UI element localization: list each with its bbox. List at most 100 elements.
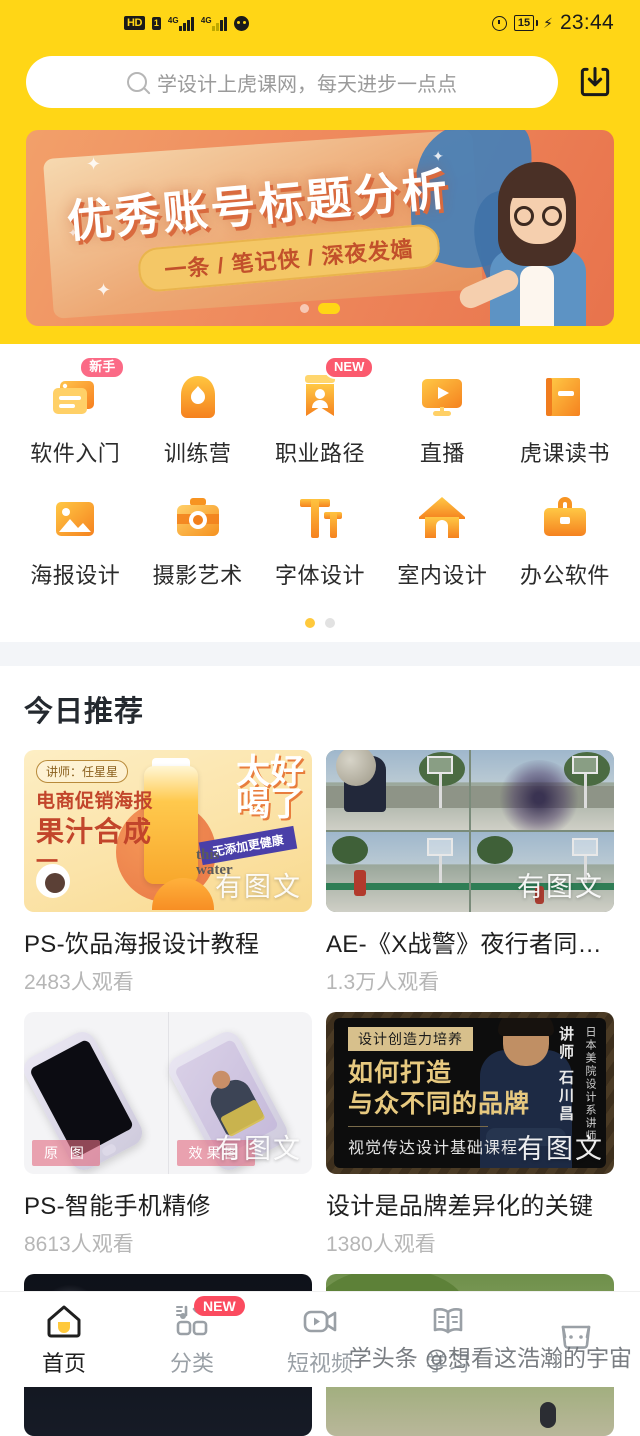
search-input[interactable]: 学设计上虎课网，每天进步一点点: [26, 56, 558, 108]
tab-home[interactable]: 首页: [0, 1302, 128, 1378]
category-label: 训练营: [164, 436, 232, 468]
battery-cap-icon: [536, 20, 538, 26]
tab-category[interactable]: NEW 分类: [128, 1302, 256, 1378]
course-views: 1380人观看: [326, 1228, 614, 1258]
category-item-photography[interactable]: 摄影艺术: [136, 482, 258, 604]
category-page-dot-1-active[interactable]: [305, 618, 315, 628]
tab-label: 短视频: [287, 1346, 353, 1378]
course-thumbnail[interactable]: 设计创造力培养 如何打造与众不同的品牌 视觉传达设计基础课程 讲师 石川昌 日本…: [326, 1012, 614, 1174]
category-label: 软件入门: [30, 436, 120, 468]
download-icon[interactable]: [576, 63, 614, 101]
category-item-career-path[interactable]: NEW 职业路径: [259, 360, 381, 482]
category-item-typography[interactable]: 字体设计: [259, 482, 381, 604]
status-clock: 23:44: [560, 11, 614, 35]
status-right-group: 15 ⚡ 23:44: [492, 11, 614, 35]
course-title: AE-《X战警》夜行者同款…: [326, 924, 614, 959]
tab-badge-new: NEW: [194, 1296, 245, 1316]
hd-icon: HD: [124, 16, 145, 30]
lightning-bolt-icon: ⚡: [543, 15, 553, 32]
course-thumbnail[interactable]: 原 图 效果图 有图文: [24, 1012, 312, 1174]
section-divider: [0, 642, 640, 666]
thumb-teacher-desc: 日本美院设计系讲师: [582, 1026, 596, 1143]
category-badge-beginner: 新手: [81, 358, 123, 377]
status-bar: HD 1 4G 4G 15 ⚡ 23:44: [0, 0, 640, 46]
category-page-dots: [0, 610, 640, 642]
thumb-badge: 有图文: [215, 1127, 302, 1166]
section-title: 今日推荐: [24, 688, 616, 730]
category-label: 室内设计: [397, 558, 487, 590]
thumb-teacher-title: 讲师 石川昌: [560, 1026, 576, 1123]
category-item-interior-design[interactable]: 室内设计: [381, 482, 503, 604]
category-item-software-intro[interactable]: 新手 软件入门: [14, 360, 136, 482]
search-icon: [127, 72, 147, 92]
thumb-headline: 太好喝了: [236, 756, 304, 821]
course-thumbnail[interactable]: 讲师：任星星 电商促销海报 果汁合成 一 太好喝了 无添加更健康 thiswat…: [24, 750, 312, 912]
thumb-line1: 电商促销海报: [36, 786, 153, 813]
category-label: 虎课读书: [520, 436, 610, 468]
banner-dot-2-active[interactable]: [318, 303, 340, 314]
course-card[interactable]: 讲师：任星星 电商促销海报 果汁合成 一 太好喝了 无添加更健康 thiswat…: [24, 750, 312, 996]
sparkle-icon: ✦: [86, 154, 101, 175]
alarm-clock-icon: [492, 16, 507, 31]
category-label: 办公软件: [520, 558, 610, 590]
open-book-icon: [428, 1302, 468, 1340]
course-card[interactable]: 有图文 AE-《X战警》夜行者同款… 1.3万人观看: [326, 750, 614, 996]
category-item-reading[interactable]: 虎课读书: [504, 360, 626, 482]
course-card[interactable]: 原 图 效果图 有图文 PS-智能手机精修 8613人观看: [24, 1012, 312, 1258]
watermark-text: 学头条 @想看这浩瀚的宇宙: [349, 1339, 632, 1373]
search-header: 学设计上虎课网，每天进步一点点: [0, 46, 640, 130]
thumb-badge: 有图文: [215, 865, 302, 904]
course-views: 1.3万人观看: [326, 966, 614, 996]
search-placeholder: 学设计上虎课网，每天进步一点点: [157, 68, 457, 97]
category-item-office-software[interactable]: 办公软件: [504, 482, 626, 604]
emoji-face-icon: [234, 16, 249, 31]
tab-label: 首页: [42, 1346, 86, 1378]
course-views: 2483人观看: [24, 966, 312, 996]
thumb-badge: 有图文: [517, 865, 604, 904]
category-label: 职业路径: [275, 436, 365, 468]
network-type-1: 4G: [168, 16, 179, 25]
thumb-badge: 有图文: [517, 1127, 604, 1166]
banner-dots: [26, 303, 614, 314]
thumb-headline: 如何打造与众不同的品牌: [348, 1058, 530, 1121]
course-thumbnail[interactable]: 有图文: [326, 750, 614, 912]
course-title: 设计是品牌差异化的关键: [326, 1186, 614, 1221]
sparkle-icon-3: ✦: [96, 280, 111, 301]
category-label: 直播: [420, 436, 465, 468]
category-row-1: 新手 软件入门 训练营: [14, 360, 626, 482]
banner-dot-1[interactable]: [300, 304, 309, 313]
banner-carousel-wrapper: ✦ ✦ ✦ ✦ 优秀账号标题分析 一条 / 笔记侠 / 深夜发嫱: [0, 130, 640, 344]
category-item-poster-design[interactable]: 海报设计: [14, 482, 136, 604]
category-item-bootcamp[interactable]: 训练营: [136, 360, 258, 482]
course-title: PS-饮品海报设计教程: [24, 924, 312, 959]
flame-icon: [169, 368, 227, 426]
course-views: 8613人观看: [24, 1228, 312, 1258]
house-icon: [413, 490, 471, 548]
video-camera-icon: [300, 1302, 340, 1340]
category-page-dot-2[interactable]: [325, 618, 335, 628]
battery-level: 15: [514, 15, 534, 31]
home-icon: [44, 1302, 84, 1340]
category-label: 海报设计: [30, 558, 120, 590]
signal-bars-1: 4G: [168, 16, 194, 31]
course-title: PS-智能手机精修: [24, 1186, 312, 1221]
book-icon: [536, 368, 594, 426]
category-label: 摄影艺术: [153, 558, 243, 590]
bottom-tab-bar: 首页 NEW 分类 短视频: [0, 1291, 640, 1387]
thumb-teacher-label: 讲师：任星星: [36, 760, 128, 783]
banner-illustration-person: [472, 146, 600, 326]
course-card[interactable]: 设计创造力培养 如何打造与众不同的品牌 视觉传达设计基础课程 讲师 石川昌 日本…: [326, 1012, 614, 1258]
category-label: 字体设计: [275, 558, 365, 590]
avatar: [36, 864, 70, 898]
network-type-2: 4G: [201, 16, 212, 25]
thumb-subline: 视觉传达设计基础课程: [348, 1134, 518, 1158]
camera-icon: [169, 490, 227, 548]
thumb-tagbox: 设计创造力培养: [348, 1027, 473, 1051]
tab-label: 分类: [170, 1346, 214, 1378]
status-left-group: HD 1 4G 4G: [124, 16, 249, 31]
image-picture-icon: [46, 490, 104, 548]
signal-bars-2: 4G: [201, 16, 227, 31]
category-item-live[interactable]: 直播: [381, 360, 503, 482]
category-grid: 新手 软件入门 训练营: [0, 344, 640, 610]
banner-carousel[interactable]: ✦ ✦ ✦ ✦ 优秀账号标题分析 一条 / 笔记侠 / 深夜发嫱: [26, 130, 614, 326]
